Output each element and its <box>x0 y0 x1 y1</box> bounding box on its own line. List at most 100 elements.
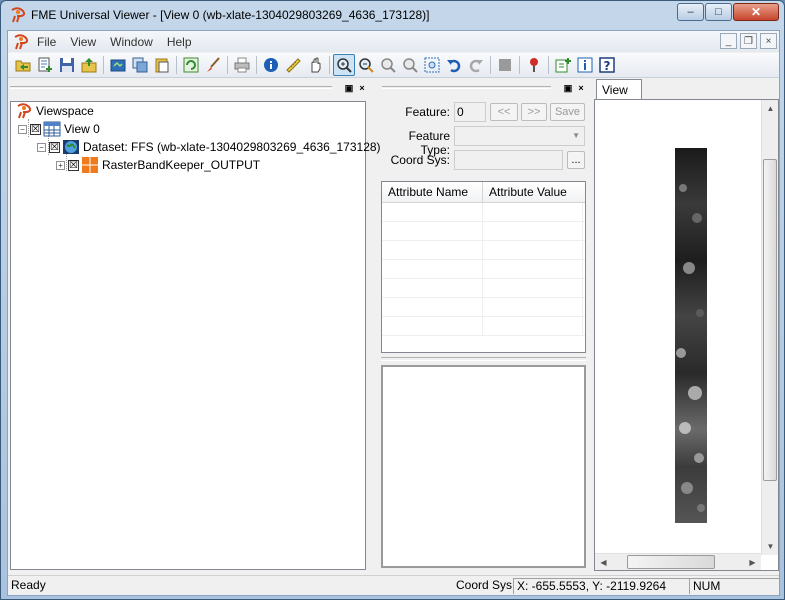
toolbar-separator <box>227 56 228 74</box>
column-header-attribute-name[interactable]: Attribute Name <box>382 182 483 202</box>
title-bar[interactable]: FME Universal Viewer - [View 0 (wb-xlate… <box>1 1 784 29</box>
brush-icon[interactable] <box>202 54 224 76</box>
map-canvas[interactable]: ▲ ▼ ◀ ▶ <box>594 99 779 571</box>
fme-logo-icon <box>17 103 32 119</box>
vertical-scrollbar[interactable]: ▲ ▼ <box>761 100 778 555</box>
horizontal-scroll-thumb[interactable] <box>627 555 715 569</box>
open-dataset-icon[interactable] <box>12 54 34 76</box>
scroll-down-icon[interactable]: ▼ <box>762 538 779 555</box>
menu-file[interactable]: File <box>30 35 63 49</box>
raster-feature-icon <box>82 157 98 173</box>
tree-item-view[interactable]: − ☒ View 0 <box>18 121 100 137</box>
feature-label: Feature: <box>405 105 450 119</box>
view-table-icon <box>43 121 61 137</box>
zoom-out-icon[interactable] <box>355 54 377 76</box>
maximize-button[interactable]: □ <box>705 3 732 21</box>
zoom-in-icon[interactable] <box>377 54 399 76</box>
measure-icon[interactable] <box>282 54 304 76</box>
pan-icon[interactable] <box>304 54 326 76</box>
mdi-restore-button[interactable]: ❐ <box>740 33 757 49</box>
pin-icon[interactable] <box>523 54 545 76</box>
float-pane-button[interactable]: ▣ <box>343 83 355 94</box>
num-lock-indicator: NUM <box>689 578 779 594</box>
splitter[interactable] <box>381 357 586 361</box>
toolbar-separator <box>519 56 520 74</box>
expand-toggle[interactable]: + <box>56 160 65 170</box>
collapse-toggle[interactable]: − <box>18 124 27 134</box>
zoom-extents-icon[interactable] <box>399 54 421 76</box>
coord-sys-label: Coord Sys: <box>390 153 450 167</box>
attribute-table-header: Attribute Name Attribute Value <box>382 182 585 203</box>
toolbar-separator <box>329 56 330 74</box>
menu-window[interactable]: Window <box>103 35 160 49</box>
menu-view[interactable]: View <box>63 35 103 49</box>
export-icon[interactable] <box>78 54 100 76</box>
raster-image <box>675 148 707 523</box>
scroll-right-icon[interactable]: ▶ <box>744 554 761 571</box>
close-window-button[interactable]: ✕ <box>733 3 779 21</box>
redo-icon[interactable] <box>465 54 487 76</box>
browse-coord-sys-button[interactable]: ... <box>567 151 585 169</box>
client-area: File View Window Help _ ❐ × ? ▣ × Viewsp… <box>7 30 780 596</box>
print-icon[interactable] <box>231 54 253 76</box>
new-view-icon[interactable] <box>552 54 574 76</box>
scroll-up-icon[interactable]: ▲ <box>762 100 779 117</box>
stop-icon[interactable] <box>494 54 516 76</box>
view-visibility-checkbox[interactable]: ☒ <box>30 123 41 135</box>
feature-type-select[interactable]: ▼ <box>454 126 585 146</box>
tree-item-dataset[interactable]: − ☒ Dataset: FFS (wb-xlate-1304029803269… <box>37 139 381 155</box>
status-text: Ready <box>11 578 46 592</box>
next-feature-button[interactable]: >> <box>521 103 547 121</box>
tree-label-view: View 0 <box>64 122 100 136</box>
svg-text:?: ? <box>604 59 611 73</box>
mdi-close-button[interactable]: × <box>760 33 777 49</box>
copy-view-icon[interactable] <box>129 54 151 76</box>
zoom-fit-icon[interactable] <box>421 54 443 76</box>
paste-view-icon[interactable] <box>151 54 173 76</box>
view-pane: View 0 <box>594 79 779 571</box>
help-icon[interactable]: ? <box>596 54 618 76</box>
save-feature-button[interactable]: Save <box>550 103 585 121</box>
add-dataset-icon[interactable] <box>34 54 56 76</box>
info-icon[interactable] <box>260 54 282 76</box>
window-title: FME Universal Viewer - [View 0 (wb-xlate… <box>31 8 430 22</box>
vertical-scroll-thumb[interactable] <box>763 159 777 481</box>
undo-icon[interactable] <box>443 54 465 76</box>
tree-item-feature-type[interactable]: + ☒ RasterBandKeeper_OUTPUT <box>56 157 260 173</box>
refresh-icon[interactable] <box>107 54 129 76</box>
attribute-table: Attribute Name Attribute Value <box>381 181 586 353</box>
scroll-left-icon[interactable]: ◀ <box>595 554 612 571</box>
table-row <box>382 317 585 336</box>
mdi-minimize-button[interactable]: _ <box>720 33 737 49</box>
menu-bar: File View Window Help _ ❐ × <box>8 31 779 52</box>
table-row <box>382 279 585 298</box>
toolbar-separator <box>176 56 177 74</box>
collapse-toggle[interactable]: − <box>37 142 46 152</box>
close-pane-button[interactable]: × <box>356 83 368 94</box>
fme-logo-icon[interactable] <box>12 33 30 50</box>
previous-feature-button[interactable]: << <box>490 103 518 121</box>
feature-index-field[interactable]: 0 <box>454 102 486 122</box>
toolbar-separator <box>103 56 104 74</box>
tab-view-0[interactable]: View 0 <box>596 79 642 111</box>
save-icon[interactable] <box>56 54 78 76</box>
coord-sys-field[interactable] <box>454 150 563 170</box>
properties-icon[interactable] <box>574 54 596 76</box>
tree-item-viewspace[interactable]: Viewspace <box>15 103 94 119</box>
horizontal-scrollbar[interactable]: ◀ ▶ <box>595 553 761 570</box>
minimize-button[interactable]: – <box>677 3 704 21</box>
dataset-globe-icon <box>63 140 79 154</box>
menu-help[interactable]: Help <box>160 35 199 49</box>
pane-grip[interactable] <box>10 86 332 89</box>
toolbar-separator <box>256 56 257 74</box>
toolbar-separator <box>548 56 549 74</box>
select-zoom-icon[interactable] <box>333 54 355 76</box>
tree-label-feature-type: RasterBandKeeper_OUTPUT <box>102 158 261 172</box>
feature-type-visibility-checkbox[interactable]: ☒ <box>68 159 79 171</box>
reload-icon[interactable] <box>180 54 202 76</box>
chevron-down-icon: ▼ <box>572 131 580 140</box>
column-header-attribute-value[interactable]: Attribute Value <box>483 182 583 202</box>
app-window: FME Universal Viewer - [View 0 (wb-xlate… <box>0 0 785 600</box>
dataset-visibility-checkbox[interactable]: ☒ <box>49 141 60 153</box>
feature-detail-area[interactable] <box>381 365 586 568</box>
